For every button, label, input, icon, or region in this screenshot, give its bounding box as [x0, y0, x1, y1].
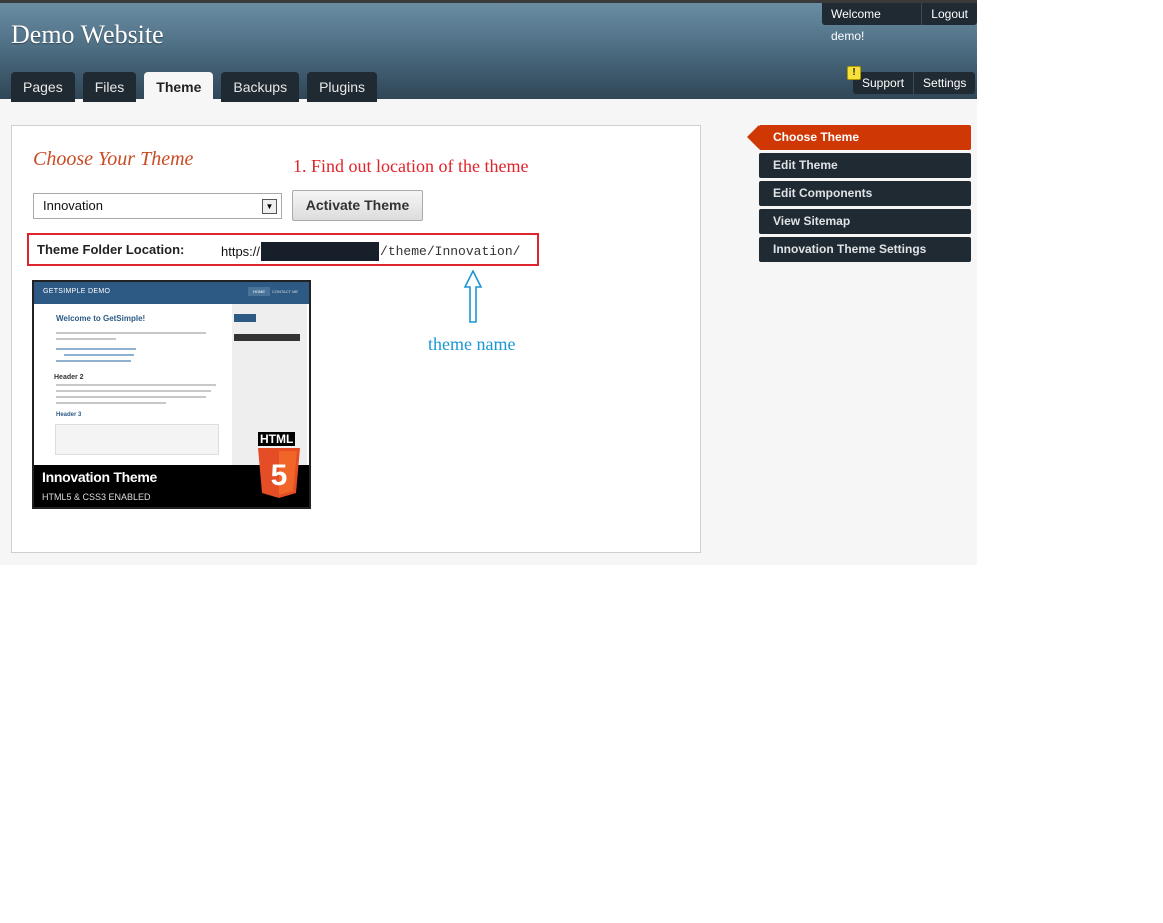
annotation-step: 1. Find out location of the theme: [293, 156, 529, 176]
preview-nav-contact: CONTACT ME: [272, 289, 299, 294]
preview-banner-title: Innovation Theme: [42, 469, 157, 485]
annotation-theme-name: theme name: [428, 334, 516, 354]
sidebar-item-label: Edit Theme: [773, 158, 838, 172]
chevron-down-icon[interactable]: ▼: [262, 199, 277, 214]
active-pointer-icon: [747, 125, 759, 149]
page-title: Choose Your Theme: [33, 148, 194, 170]
preview-content: Welcome to GetSimple! Header 2 Header 3: [44, 304, 232, 469]
location-label: Theme Folder Location:: [37, 242, 185, 257]
support-settings-bar: Support Settings: [853, 72, 976, 94]
preview-text-line: [56, 396, 206, 398]
alert-icon: !: [847, 66, 861, 80]
settings-button[interactable]: Settings: [913, 72, 976, 94]
sidebar-item-label: Edit Components: [773, 186, 873, 200]
preview-code-block: [55, 424, 219, 455]
preview-topbar: GETSIMPLE DEMO HOME CONTACT ME: [34, 282, 309, 304]
preview-link-line: [56, 348, 136, 350]
main-panel: Choose Your Theme 1. Find out location o…: [11, 125, 701, 553]
sidebar-item-choose-theme[interactable]: Choose Theme: [747, 125, 971, 150]
theme-select[interactable]: Innovation ▼: [33, 193, 282, 219]
main-tabs: Pages Files Theme Backups Plugins: [11, 72, 378, 102]
preview-text-line: [56, 338, 116, 340]
support-button[interactable]: Support: [853, 72, 914, 94]
html5-number: 5: [271, 459, 288, 492]
preview-site-name: GETSIMPLE DEMO: [43, 288, 111, 295]
site-title[interactable]: Demo Website: [11, 20, 164, 50]
tab-plugins[interactable]: Plugins: [307, 72, 378, 102]
sidebar-item-theme-settings[interactable]: Innovation Theme Settings: [759, 237, 971, 262]
preview-text-line: [56, 390, 211, 392]
preview-banner-subtitle: HTML5 & CSS3 ENABLED: [42, 492, 151, 502]
header-bar: Demo Website Welcome demo! Logout Pages …: [0, 0, 977, 102]
html-label: HTML: [258, 432, 296, 446]
location-path: /theme/Innovation/: [380, 244, 521, 259]
logout-link[interactable]: Logout: [921, 3, 977, 25]
sidebar-item-label: Choose Theme: [773, 130, 860, 144]
preview-text-line: [56, 402, 166, 404]
tab-files[interactable]: Files: [82, 72, 137, 102]
sidebar-item-label: Innovation Theme Settings: [773, 242, 927, 256]
theme-folder-location: Theme Folder Location: https:// /theme/I…: [27, 233, 539, 266]
preview-link-line: [56, 360, 131, 362]
location-prefix: https://: [221, 244, 261, 259]
user-bar: Welcome demo! Logout: [822, 3, 977, 43]
welcome-user-link[interactable]: Welcome demo!: [822, 3, 922, 43]
theme-preview-image: GETSIMPLE DEMO HOME CONTACT ME Welcome t…: [32, 280, 311, 509]
location-value: https:// /theme/Innovation/: [221, 242, 520, 261]
theme-select-value: Innovation: [43, 198, 103, 213]
tab-theme[interactable]: Theme: [144, 72, 214, 102]
preview-header-2: Header 2: [54, 374, 84, 381]
up-arrow-icon: [463, 270, 483, 323]
redacted-domain: [261, 242, 380, 261]
sidebar-item-edit-theme[interactable]: Edit Theme: [759, 153, 971, 178]
preview-welcome: Welcome to GetSimple!: [56, 314, 146, 323]
sidebar-item-view-sitemap[interactable]: View Sitemap: [759, 209, 971, 234]
preview-text-line: [56, 384, 216, 386]
tab-backups[interactable]: Backups: [221, 72, 300, 102]
preview-header-3: Header 3: [56, 412, 82, 418]
sidebar-item-edit-components[interactable]: Edit Components: [759, 181, 971, 206]
tab-pages[interactable]: Pages: [11, 72, 75, 102]
preview-nav-home: HOME: [248, 287, 270, 296]
html5-shield-icon: 5: [258, 448, 300, 498]
sidebar-item-label: View Sitemap: [773, 214, 851, 228]
preview-features-bar: [234, 334, 300, 341]
app-window: Demo Website Welcome demo! Logout Pages …: [0, 0, 977, 565]
preview-link-line: [64, 354, 134, 356]
preview-text-line: [56, 332, 206, 334]
sidebar-nav: Choose Theme Edit Theme Edit Components …: [747, 125, 971, 265]
activate-theme-button[interactable]: Activate Theme: [292, 190, 423, 221]
preview-connect-badge: [234, 314, 256, 322]
